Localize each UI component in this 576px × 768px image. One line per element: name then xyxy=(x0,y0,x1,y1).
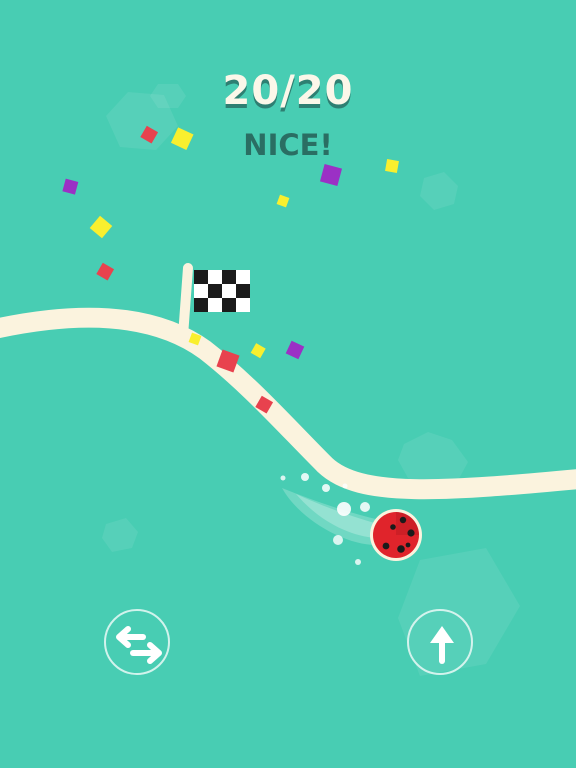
flag-pole xyxy=(178,263,193,341)
checkered-flag xyxy=(194,270,250,312)
confetti-piece xyxy=(96,262,115,281)
track-path xyxy=(0,307,576,500)
swap-direction-button[interactable] xyxy=(104,609,170,675)
background-hexagons xyxy=(102,84,520,676)
confetti-piece xyxy=(319,163,343,187)
confetti xyxy=(62,125,399,414)
confetti-piece xyxy=(250,343,266,359)
swap-arrows-icon xyxy=(116,626,162,664)
level-progress-text: 20/20 xyxy=(222,68,354,114)
confetti-piece xyxy=(276,194,290,208)
finish-flag xyxy=(178,263,250,341)
ladybug-ball xyxy=(370,509,422,561)
game-scene xyxy=(0,84,576,676)
arrow-up-icon xyxy=(430,626,454,664)
jump-button[interactable] xyxy=(407,609,473,675)
confetti-piece xyxy=(62,178,79,195)
confetti-piece xyxy=(89,215,113,239)
level-complete-text: NICE! xyxy=(243,128,333,162)
confetti-piece xyxy=(285,340,305,360)
game-canvas[interactable]: 20/20 NICE! xyxy=(0,0,576,768)
hexagon-shape xyxy=(420,172,458,210)
hexagon-shape xyxy=(102,518,138,552)
